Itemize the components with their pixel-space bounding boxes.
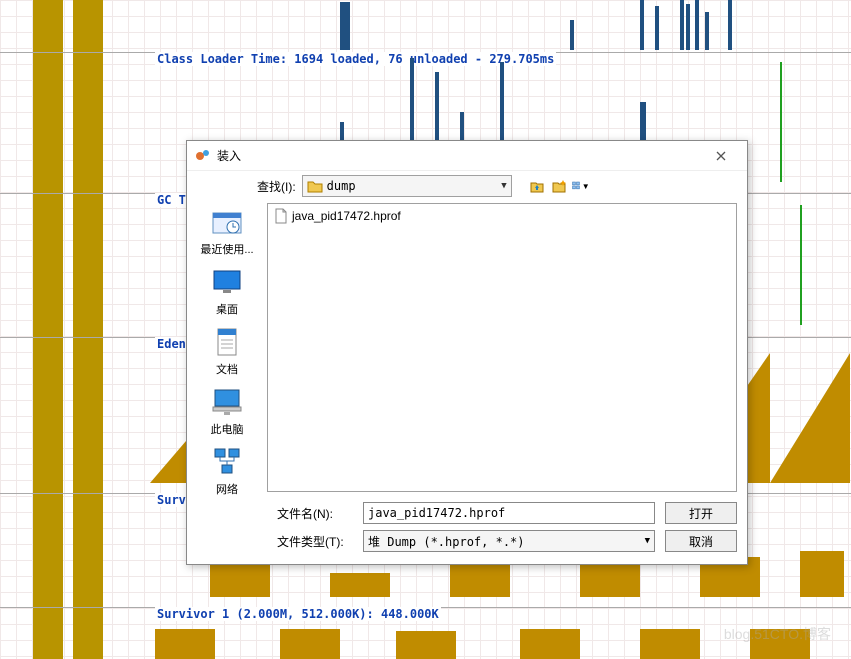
- file-icon: [274, 208, 288, 224]
- up-folder-button[interactable]: [528, 177, 546, 195]
- view-icon: [572, 178, 581, 194]
- chart-top-spikes: [150, 0, 851, 50]
- lookin-row: 查找(I): dump ▼ ▼: [187, 171, 747, 201]
- chevron-down-icon: ▼: [645, 536, 650, 546]
- new-folder-button[interactable]: [550, 177, 568, 195]
- cancel-button[interactable]: 取消: [665, 530, 737, 552]
- place-label: 最近使用...: [200, 241, 253, 257]
- documents-icon: [211, 327, 243, 357]
- up-icon: [529, 178, 545, 194]
- panel-title-survivor0: Surv: [155, 493, 188, 507]
- panel-title-survivor1: Survivor 1 (2.000M, 512.000K): 448.000K: [155, 607, 441, 621]
- filename-label: 文件名(N):: [277, 505, 357, 522]
- file-list[interactable]: java_pid17472.hprof: [267, 203, 737, 492]
- place-network[interactable]: 网络: [211, 447, 243, 497]
- network-icon: [211, 447, 243, 477]
- lookin-combo[interactable]: dump ▼: [302, 175, 512, 197]
- place-label: 桌面: [216, 301, 238, 317]
- filetype-label: 文件类型(T):: [277, 533, 357, 550]
- filename-input[interactable]: [363, 502, 655, 524]
- lookin-value: dump: [327, 179, 356, 193]
- file-item[interactable]: java_pid17472.hprof: [274, 208, 730, 224]
- chevron-down-icon: ▼: [501, 181, 506, 191]
- dialog-bottom: 文件名(N): 文件类型(T): 堆 Dump (*.hprof, *.*) ▼…: [187, 498, 747, 564]
- toolbar-icons: ▼: [528, 177, 590, 195]
- place-desktop[interactable]: 桌面: [211, 267, 243, 317]
- place-recent[interactable]: 最近使用...: [200, 207, 253, 257]
- view-button[interactable]: ▼: [572, 177, 590, 195]
- dialog-title: 装入: [217, 147, 703, 164]
- folder-icon: [307, 179, 323, 193]
- filetype-value: 堆 Dump (*.hprof, *.*): [368, 533, 525, 550]
- panel-title-class-loader: Class Loader Time: 1694 loaded, 76 unloa…: [155, 52, 556, 66]
- desktop-icon: [211, 267, 243, 297]
- close-button[interactable]: [703, 144, 739, 168]
- lookin-label: 查找(I):: [257, 178, 296, 195]
- places-bar: 最近使用... 桌面 文档 此电脑 网络: [187, 201, 267, 498]
- panel-title-gc: GC T: [155, 193, 188, 207]
- place-documents[interactable]: 文档: [211, 327, 243, 377]
- open-file-dialog: 装入 查找(I): dump ▼ ▼ 最: [186, 140, 748, 565]
- chevron-down-icon: ▼: [582, 182, 590, 191]
- computer-icon: [211, 387, 243, 417]
- new-folder-icon: [551, 178, 567, 194]
- app-icon: [195, 148, 211, 164]
- watermark: blog.51CTO.博客: [724, 624, 831, 644]
- filetype-select[interactable]: 堆 Dump (*.hprof, *.*) ▼: [363, 530, 655, 552]
- file-name: java_pid17472.hprof: [292, 209, 401, 223]
- recent-icon: [211, 207, 243, 237]
- place-computer[interactable]: 此电脑: [211, 387, 244, 437]
- place-label: 网络: [216, 481, 238, 497]
- close-icon: [716, 151, 726, 161]
- place-label: 此电脑: [211, 421, 244, 437]
- dialog-titlebar[interactable]: 装入: [187, 141, 747, 171]
- place-label: 文档: [216, 361, 238, 377]
- open-button[interactable]: 打开: [665, 502, 737, 524]
